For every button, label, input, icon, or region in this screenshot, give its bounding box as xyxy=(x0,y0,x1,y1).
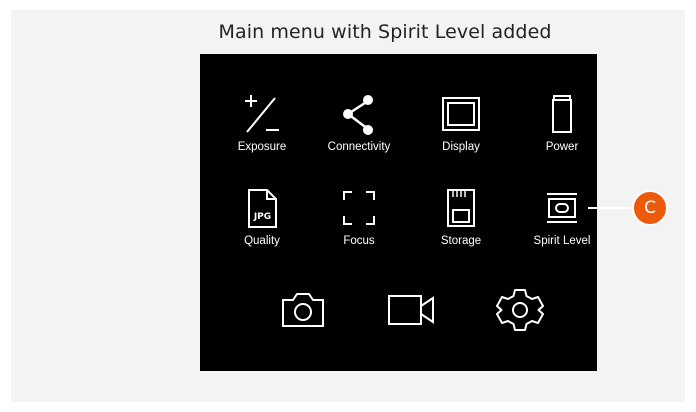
menu-item-label: Storage xyxy=(440,235,482,247)
menu-item-exposure[interactable]: Exposure xyxy=(217,92,307,153)
camera-icon xyxy=(282,293,324,327)
camera-mode-button[interactable] xyxy=(279,290,327,335)
video-mode-button[interactable] xyxy=(385,290,437,335)
settings-gear-icon xyxy=(496,289,544,331)
callout-marker: C xyxy=(632,190,668,226)
display-icon xyxy=(442,97,480,131)
video-camera-icon xyxy=(388,295,434,325)
jpg-file-icon: JPG xyxy=(248,189,277,228)
menu-item-label: Power xyxy=(545,141,579,153)
battery-icon xyxy=(552,95,572,133)
share-icon xyxy=(343,95,373,135)
menu-item-quality[interactable]: JPG Quality xyxy=(217,186,307,247)
menu-item-label: Focus xyxy=(343,235,375,247)
menu-item-label: Quality xyxy=(244,235,280,247)
menu-item-label: Display xyxy=(442,141,480,153)
figure-caption: Main menu with Spirit Level added xyxy=(218,21,552,43)
sd-card-icon xyxy=(447,189,475,227)
settings-button[interactable] xyxy=(495,286,545,339)
menu-item-spirit-level[interactable]: Spirit Level xyxy=(517,186,607,247)
spirit-level-icon xyxy=(547,193,577,223)
menu-item-focus[interactable]: Focus xyxy=(314,186,404,247)
exposure-plus-minus-icon xyxy=(245,95,279,133)
menu-item-label: Exposure xyxy=(237,141,287,153)
jpg-badge-text: JPG xyxy=(253,212,271,222)
menu-item-power[interactable]: Power xyxy=(517,92,607,153)
menu-item-display[interactable]: Display xyxy=(416,92,506,153)
callout-leader-line xyxy=(588,207,634,209)
camera-main-menu: Exposure Connectivity Display Power JPG xyxy=(200,54,597,371)
menu-item-connectivity[interactable]: Connectivity xyxy=(314,92,404,153)
menu-item-storage[interactable]: Storage xyxy=(416,186,506,247)
focus-frame-icon xyxy=(343,191,375,225)
menu-item-label: Spirit Level xyxy=(533,235,591,247)
menu-item-label: Connectivity xyxy=(327,141,391,153)
